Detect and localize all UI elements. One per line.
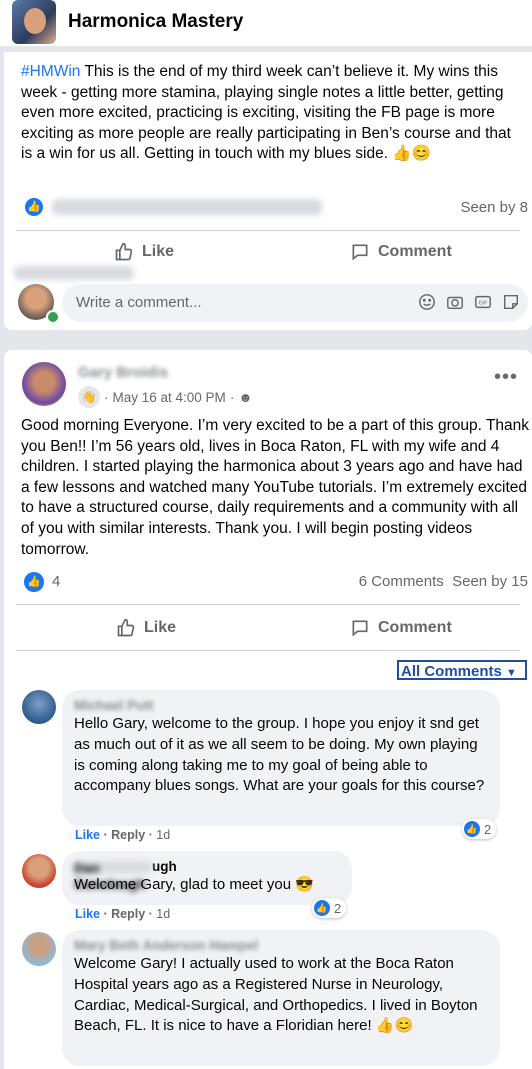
commenter-name[interactable]: Mary Beth Anderson Hampel xyxy=(74,938,488,954)
comment-icon xyxy=(352,620,368,637)
like-label: Like xyxy=(144,619,177,636)
comment-time[interactable]: 1d xyxy=(156,828,170,842)
comment-button[interactable]: Comment xyxy=(350,618,452,638)
like-button[interactable]: Like xyxy=(116,618,176,638)
like-reaction-icon[interactable]: 👍 xyxy=(24,572,44,592)
emoji-icon[interactable] xyxy=(418,293,436,311)
post-date[interactable]: May 16 at 4:00 PM xyxy=(113,390,226,405)
write-comment-input[interactable]: Write a comment... GIF xyxy=(62,284,528,322)
reactors-blurred xyxy=(52,199,322,215)
comment-actions: Like · Reply · 1d xyxy=(75,907,171,921)
comment-like-link[interactable]: Like xyxy=(75,828,100,842)
thumbs-up-icon xyxy=(117,618,135,637)
comment-bubble: Dan Conoloughugh Welcome Gary, glad to m… xyxy=(62,851,352,905)
comment-reactions[interactable]: 👍 2 xyxy=(312,898,347,918)
post-stats: 6 Comments Seen by 15 xyxy=(359,573,528,590)
post-2-text: Good morning Everyone. I’m very excited … xyxy=(21,417,530,558)
like-reaction-icon: 👍 xyxy=(464,821,480,837)
like-button[interactable]: Like xyxy=(114,242,174,262)
post-card-2: Gary Broidis 👋 · May 16 at 4:00 PM · ☻ •… xyxy=(4,350,532,1069)
comment-button[interactable]: Comment xyxy=(350,242,452,262)
sticker-icon[interactable] xyxy=(502,293,520,311)
divider xyxy=(16,604,520,605)
comments-count[interactable]: 6 Comments xyxy=(359,573,444,590)
post-meta: 👋 · May 16 at 4:00 PM · ☻ xyxy=(78,386,253,408)
divider xyxy=(16,230,520,231)
comment-time[interactable]: 1d xyxy=(156,907,170,921)
commenter-name[interactable]: Michael Putt xyxy=(74,698,488,714)
online-indicator xyxy=(46,310,60,324)
poster-name[interactable]: Gary Broidis xyxy=(78,364,168,381)
reaction-count[interactable]: 4 xyxy=(52,573,60,590)
chevron-down-icon: ▼ xyxy=(506,667,517,679)
group-avatar[interactable] xyxy=(12,0,56,44)
group-header: Harmonica Mastery xyxy=(0,0,532,46)
commenter-avatar[interactable] xyxy=(22,690,56,724)
comment-reactions[interactable]: 👍 2 xyxy=(462,819,497,839)
comment-placeholder: Write a comment... xyxy=(76,294,202,311)
comment-label: Comment xyxy=(378,243,452,260)
comment-like-link[interactable]: Like xyxy=(75,907,100,921)
comment-icon xyxy=(352,244,368,261)
like-label: Like xyxy=(142,243,175,260)
poster-avatar[interactable] xyxy=(22,362,66,406)
like-reaction-icon: 👍 xyxy=(314,900,330,916)
more-options-icon[interactable]: ••• xyxy=(494,366,518,389)
all-comments-filter[interactable]: All Comments ▼ xyxy=(397,660,527,680)
svg-text:GIF: GIF xyxy=(479,301,489,307)
seen-by-count[interactable]: Seen by 15 xyxy=(452,573,528,590)
commenter-avatar[interactable] xyxy=(22,854,56,888)
comment-text: Hello Gary, welcome to the group. I hope… xyxy=(74,715,485,795)
comment-reply-link[interactable]: Reply xyxy=(111,907,145,921)
hashtag-link[interactable]: #HMWin xyxy=(21,63,80,80)
comment-bubble: Michael Putt Hello Gary, welcome to the … xyxy=(62,690,500,826)
camera-icon[interactable] xyxy=(446,293,464,311)
like-reaction-icon[interactable]: 👍 xyxy=(25,198,43,216)
comment-bubble: Mary Beth Anderson Hampel Welcome Gary! … xyxy=(62,930,500,1066)
privacy-icon: ☻ xyxy=(238,389,253,405)
post-1-text: #HMWin This is the end of my third week … xyxy=(21,62,521,165)
gif-icon[interactable]: GIF xyxy=(474,293,492,311)
group-title[interactable]: Harmonica Mastery xyxy=(68,11,243,33)
post-card-1: #HMWin This is the end of my third week … xyxy=(4,52,532,330)
blurred-text xyxy=(14,266,134,280)
divider xyxy=(16,650,520,651)
commenter-name[interactable]: Dan Conoloughugh xyxy=(74,859,340,892)
comment-reply-link[interactable]: Reply xyxy=(111,828,145,842)
commenter-avatar[interactable] xyxy=(22,932,56,966)
seen-by-count[interactable]: Seen by 8 xyxy=(460,199,528,216)
comment-label: Comment xyxy=(378,619,452,636)
thumbs-up-icon xyxy=(115,242,133,261)
new-member-wave-icon: 👋 xyxy=(78,386,100,408)
comment-actions: Like · Reply · 1d xyxy=(75,828,171,842)
post-1-body: This is the end of my third week can’t b… xyxy=(21,63,511,163)
comment-text: Welcome Gary! I actually used to work at… xyxy=(74,955,478,1035)
